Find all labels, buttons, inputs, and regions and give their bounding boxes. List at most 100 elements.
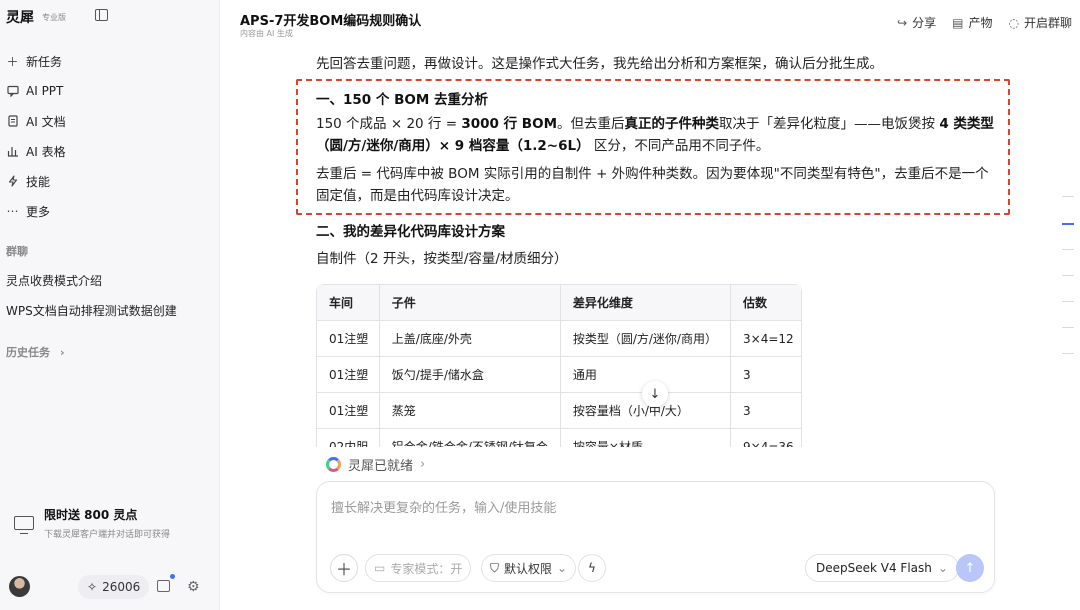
expert-mode-toggle[interactable]: ▭ 专家模式：开 [365, 554, 472, 582]
table-row: 01注塑 饭勺/提手/储水盒 通用 3 [317, 357, 801, 393]
bold-run: 3000 行 BOM [461, 116, 558, 132]
minimap-tick[interactable] [1062, 353, 1074, 354]
composer-input[interactable]: 擅长解决更复杂的任务，输入/使用技能 [331, 497, 556, 516]
notification-dot [170, 574, 175, 579]
bold-run: 真正的子件种类 [624, 116, 720, 132]
model-label: DeepSeek V4 Flash [816, 561, 932, 575]
chevron-down-icon: ⌄ [937, 561, 948, 575]
group-item[interactable]: WPS文档自动排程测试数据创建 [6, 302, 177, 319]
table-scroll-area[interactable]: 车间 子件 差异化维度 估数 01注塑 上盖/底座/外壳 按类型（圆/方/迷你/… [316, 283, 816, 447]
chevron-down-icon: ⌄ [557, 561, 568, 575]
artifacts-button[interactable]: ▤ 产物 [952, 14, 992, 31]
nav-ai-doc[interactable]: AI 文档 [0, 106, 220, 136]
table-cell: 02内胆 [317, 429, 379, 447]
permission-select[interactable]: ⛉ 默认权限 ⌄ [481, 554, 577, 582]
data-table: 车间 子件 差异化维度 估数 01注塑 上盖/底座/外壳 按类型（圆/方/迷你/… [316, 284, 802, 447]
shield-icon: ⛉ [490, 560, 500, 575]
text-run: 区分，不同产品用不同子件。 [589, 138, 770, 154]
table-row: 01注塑 上盖/底座/外壳 按类型（圆/方/迷你/商用） 3×4=12 [317, 321, 801, 357]
group-chat-title: 群聊 [6, 245, 28, 258]
minimap-tick[interactable] [1062, 249, 1074, 250]
sidebar-toggle-icon[interactable] [95, 9, 108, 21]
minimap-tick[interactable] [1062, 301, 1074, 302]
arrow-down-icon: ↓ [649, 386, 661, 402]
column-header: 估数 [730, 285, 801, 321]
table-cell: 铝合金/铁合金/不锈钢/钛复合 [378, 429, 560, 447]
ai-generated-note: 内容由 AI 生成 [240, 29, 293, 38]
gift-icon[interactable] [157, 580, 170, 592]
nav-label: 技能 [26, 174, 51, 189]
minimap-tick[interactable] [1062, 196, 1074, 197]
avatar[interactable] [9, 576, 30, 597]
desktop-icon [14, 516, 34, 534]
nav-skills[interactable]: 技能 [0, 166, 220, 196]
conversation-title: APS-7开发BOM编码规则确认 [240, 14, 422, 29]
chat-icon [6, 85, 19, 98]
gear-icon[interactable]: ⚙ [187, 579, 200, 595]
lightning-icon [6, 175, 19, 188]
points-value: 26006 [102, 580, 141, 594]
add-attachment-button[interactable]: ＋ [330, 554, 358, 582]
arrow-up-icon: ↑ [964, 560, 976, 576]
brand-name: 灵犀 [6, 10, 34, 26]
table-header-row: 车间 子件 差异化维度 估数 [317, 285, 801, 321]
permission-label: 默认权限 [504, 561, 553, 576]
table-cell: 按类型（圆/方/迷你/商用） [559, 321, 731, 357]
message-composer[interactable]: 擅长解决更复杂的任务，输入/使用技能 ＋ ▭ 专家模式：开 ⛉ 默认权限 ⌄ ϟ… [316, 481, 995, 593]
send-button[interactable]: ↑ [956, 554, 984, 582]
table-row: 02内胆 铝合金/铁合金/不锈钢/钛复合 按容量×材质 9×4=36 [317, 429, 801, 447]
paragraph: 自制件（2 开头，按类型/容量/材质细分） [316, 251, 568, 267]
table-cell: 01注塑 [317, 321, 379, 357]
brand-badge: 专业版 [42, 12, 66, 22]
table-cell: 9×4=36 [730, 429, 801, 447]
header-actions: ↪ 分享 ▤ 产物 ◌ 开启群聊 [897, 14, 1072, 31]
table-cell: 3 [730, 357, 801, 393]
column-header: 差异化维度 [559, 285, 731, 321]
model-select[interactable]: DeepSeek V4 Flash ⌄ [805, 554, 959, 582]
nav-label: AI 表格 [26, 144, 66, 159]
skills-button[interactable]: ϟ [578, 554, 606, 582]
nav-label: 更多 [26, 204, 51, 219]
nav-new-task[interactable]: ＋ 新任务 [0, 46, 220, 76]
promo-subtitle: 下载灵犀客户端并对话即可获得 [44, 530, 171, 540]
sidebar: 灵犀 专业版 ＋ 新任务 AI PPT AI 文档 AI 表格 技能 ⋯ 更多 … [0, 0, 220, 610]
share-button[interactable]: ↪ 分享 [897, 14, 936, 31]
group-chat-button[interactable]: ◌ 开启群聊 [1009, 14, 1073, 31]
promo-card[interactable]: 限时送 800 灵点 下载灵犀客户端并对话即可获得 [6, 497, 210, 549]
nav-more[interactable]: ⋯ 更多 [0, 196, 220, 226]
promo-title: 限时送 800 灵点 [44, 508, 138, 522]
conversation-header: APS-7开发BOM编码规则确认 内容由 AI 生成 ↪ 分享 ▤ 产物 ◌ 开… [220, 0, 1080, 46]
text-run: 150 个成品 × 20 行 = [316, 116, 462, 132]
nav-label: AI PPT [26, 84, 64, 98]
table-cell: 3×4=12 [730, 321, 801, 357]
table-cell: 蒸笼 [378, 393, 560, 429]
history-tasks[interactable]: 历史任务 › [6, 344, 65, 360]
minimap-tick[interactable] [1062, 327, 1074, 328]
plus-icon: ＋ [335, 560, 352, 579]
paragraph: 150 个成品 × 20 行 = 3000 行 BOM。但去重后真正的子件种类取… [316, 113, 996, 157]
sidebar-footer: ✧ 26006 ⚙ [0, 572, 220, 602]
nav-ai-ppt[interactable]: AI PPT [0, 76, 220, 106]
share-label: 分享 [912, 16, 937, 30]
document-icon [6, 115, 19, 128]
column-header: 子件 [378, 285, 560, 321]
scroll-to-bottom-button[interactable]: ↓ [642, 381, 668, 407]
text-run: 取决于「差异化粒度」——电饭煲按 [719, 116, 940, 132]
sparkle-icon: ✧ [87, 580, 98, 594]
agent-status[interactable]: 灵犀已就绪 › [326, 455, 425, 474]
nav-label: AI 文档 [26, 114, 66, 129]
artifacts-label: 产物 [968, 16, 993, 30]
box-icon: ▤ [952, 15, 964, 30]
status-text: 灵犀已就绪 [348, 459, 414, 474]
group-chat-label: 开启群聊 [1023, 16, 1072, 30]
nav-ai-sheet[interactable]: AI 表格 [0, 136, 220, 166]
status-logo-icon [326, 457, 341, 472]
minimap-tick[interactable] [1062, 275, 1074, 276]
minimap-tick-active[interactable] [1062, 223, 1074, 225]
group-item[interactable]: 灵点收费模式介绍 [6, 272, 102, 289]
points-badge[interactable]: ✧ 26006 [78, 575, 150, 599]
sidebar-nav: ＋ 新任务 AI PPT AI 文档 AI 表格 技能 ⋯ 更多 [0, 46, 220, 226]
brand[interactable]: 灵犀 专业版 [6, 7, 66, 27]
expert-mode-label: 专家模式：开 [390, 561, 463, 576]
lightning-icon: ϟ [588, 561, 596, 575]
